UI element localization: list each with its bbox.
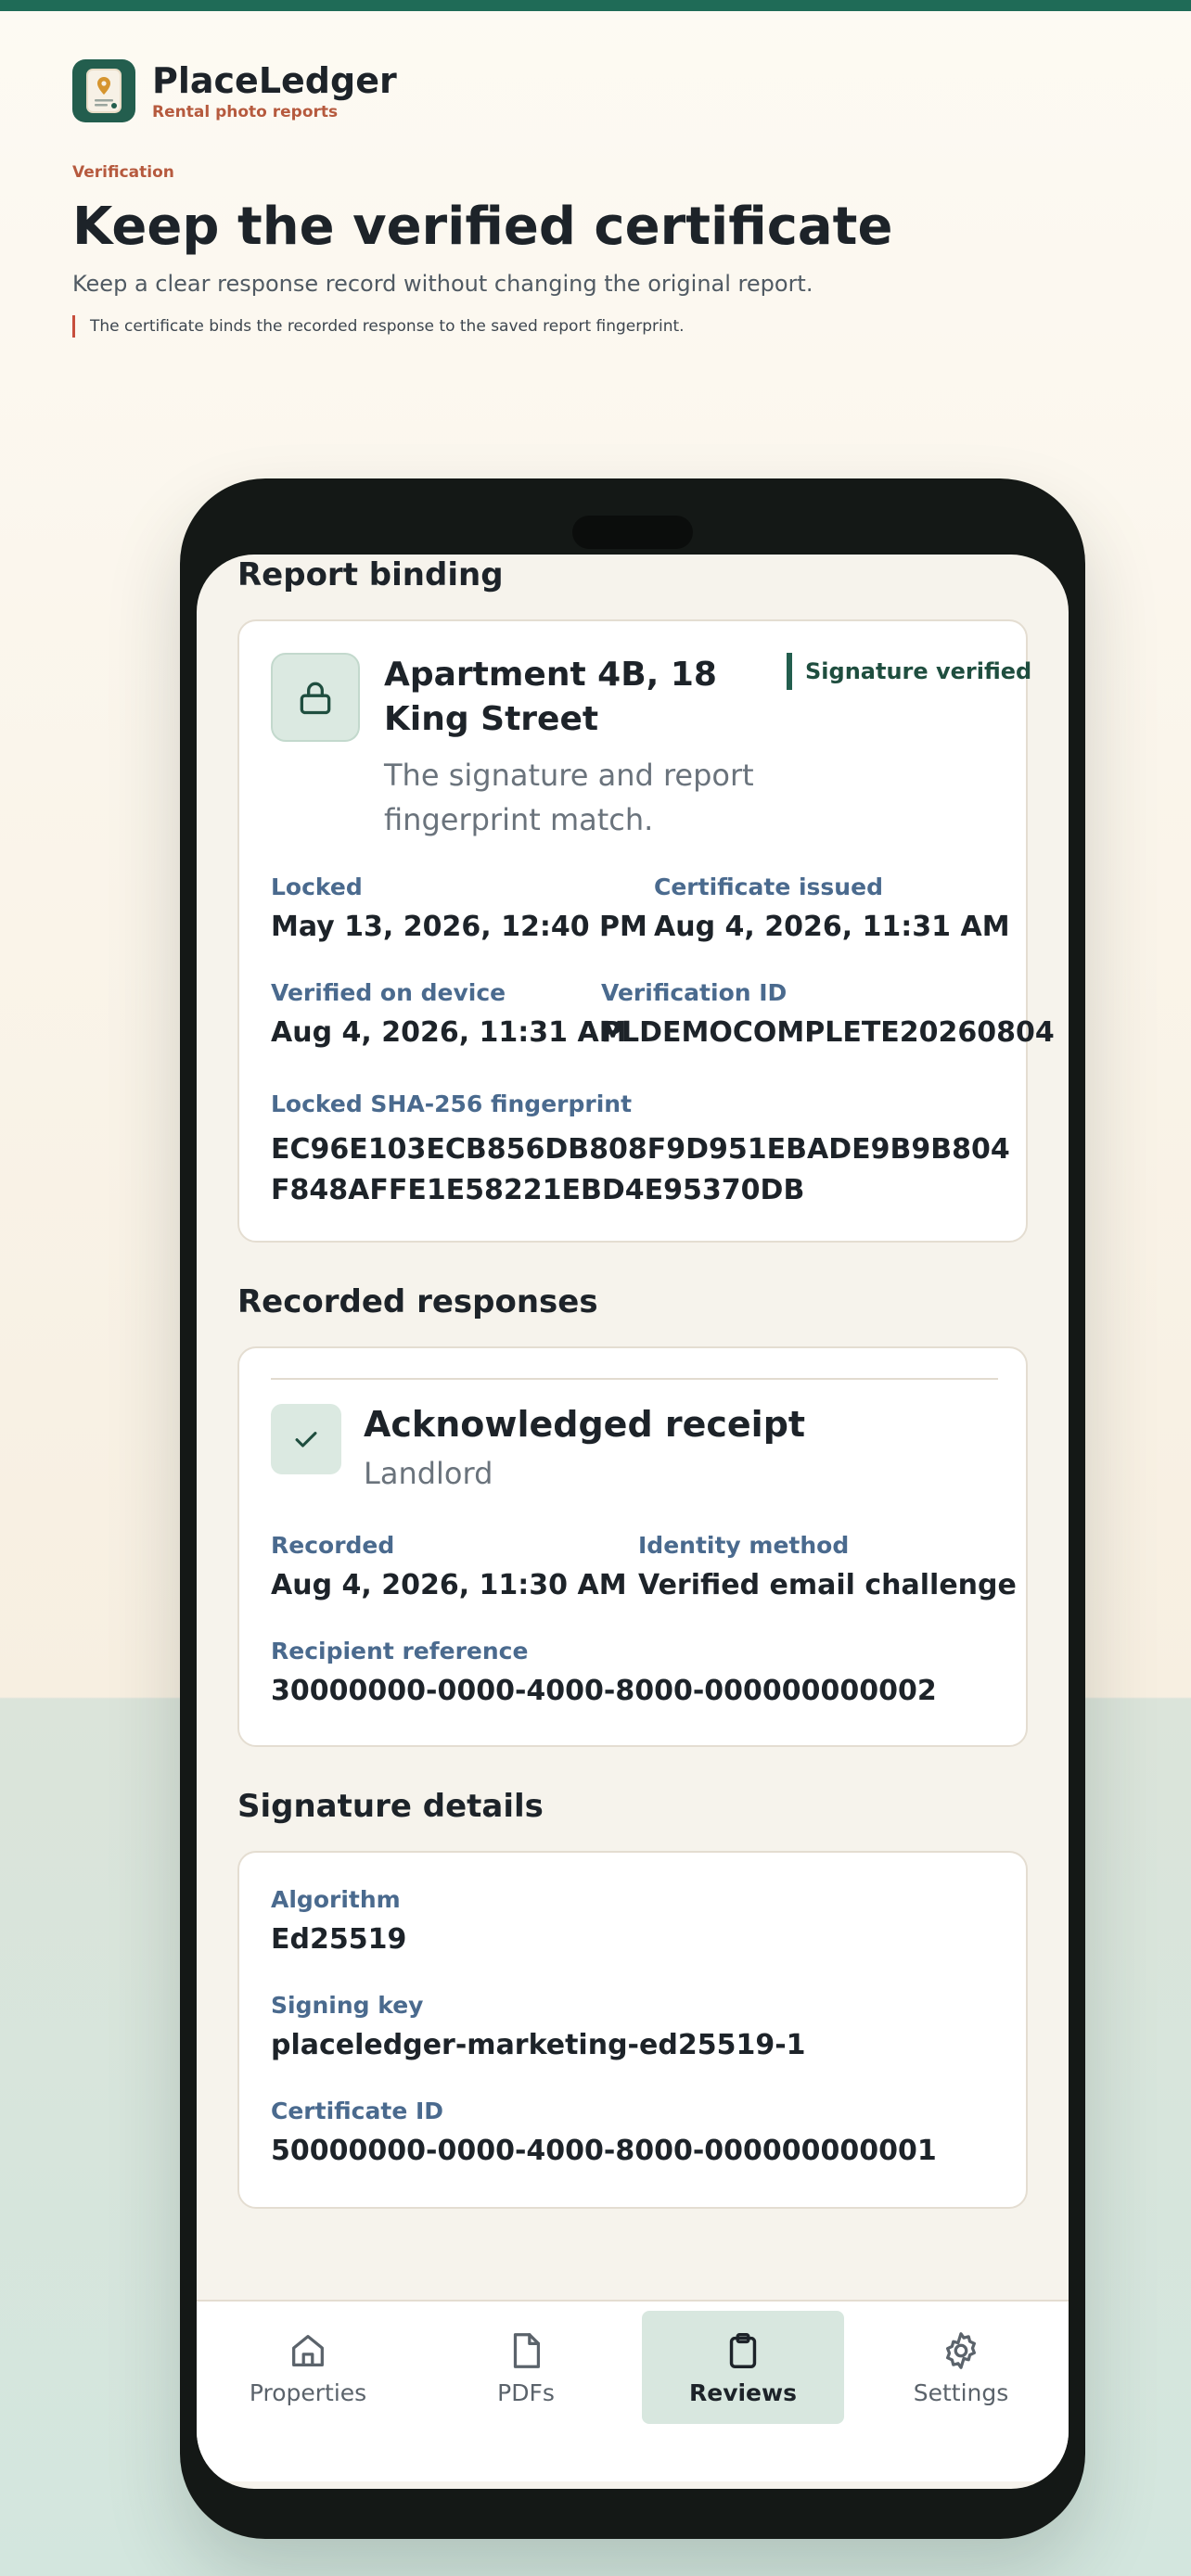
certificate-id-label: Certificate ID bbox=[271, 2098, 444, 2124]
signing-key-value: placeledger-marketing-ed25519-1 bbox=[271, 2029, 806, 2061]
verified-on-device-value: Aug 4, 2026, 11:31 AM bbox=[271, 1016, 627, 1049]
verification-id-label: Verification ID bbox=[601, 979, 788, 1006]
identity-method-value: Verified email challenge bbox=[638, 1569, 1017, 1601]
fingerprint-label: Locked SHA-256 fingerprint bbox=[271, 1090, 633, 1117]
page-title: Keep the verified certificate bbox=[72, 197, 893, 257]
recorded-label: Recorded bbox=[271, 1532, 395, 1559]
recipient-reference-value: 30000000-0000-4000-8000-000000000002 bbox=[271, 1675, 937, 1707]
eyebrow-label: Verification bbox=[72, 163, 174, 182]
signature-card: Algorithm Ed25519 Signing key placeledge… bbox=[237, 1851, 1028, 2209]
page-subtitle: Keep a clear response record without cha… bbox=[72, 271, 813, 297]
lock-icon bbox=[271, 653, 360, 742]
response-role: Landlord bbox=[364, 1456, 493, 1491]
response-card: Acknowledged receipt Landlord Recorded A… bbox=[237, 1346, 1028, 1747]
nav-settings-label: Settings bbox=[913, 2378, 1009, 2406]
phone-frame: Report binding Apartment 4B, 18 King Str… bbox=[180, 478, 1085, 2539]
bottom-nav: Properties PDFs Reviews Settings bbox=[197, 2300, 1069, 2481]
home-icon bbox=[292, 2334, 324, 2366]
phone-screen[interactable]: Report binding Apartment 4B, 18 King Str… bbox=[197, 555, 1069, 2489]
binding-description: The signature and report fingerprint mat… bbox=[384, 758, 754, 837]
locked-label: Locked bbox=[271, 874, 363, 900]
algorithm-label: Algorithm bbox=[271, 1886, 401, 1913]
certificate-issued-label: Certificate issued bbox=[654, 874, 883, 900]
report-binding-card: Apartment 4B, 18 King Street The signatu… bbox=[237, 619, 1055, 1243]
nav-pdfs[interactable]: PDFs bbox=[425, 2311, 627, 2424]
algorithm-value: Ed25519 bbox=[271, 1923, 407, 1956]
signature-verified-badge: Signature verified bbox=[787, 653, 1031, 690]
check-icon bbox=[271, 1404, 341, 1474]
verified-on-device-label: Verified on device bbox=[271, 979, 506, 1006]
signing-key-label: Signing key bbox=[271, 1992, 424, 2019]
nav-settings[interactable]: Settings bbox=[860, 2311, 1062, 2424]
gear-icon bbox=[945, 2331, 977, 2369]
nav-properties-label: Properties bbox=[249, 2378, 367, 2406]
verification-id-value: PLDEMOCOMPLETE20260804 bbox=[601, 1016, 1055, 1049]
recorded-responses-title: Recorded responses bbox=[237, 1283, 598, 1320]
brand: PlaceLedger Rental photo reports bbox=[72, 59, 397, 122]
page-note: The certificate binds the recorded respo… bbox=[72, 315, 685, 338]
locked-value: May 13, 2026, 12:40 PM bbox=[271, 911, 647, 943]
nav-pdfs-label: PDFs bbox=[497, 2378, 555, 2406]
nav-reviews[interactable]: Reviews bbox=[642, 2311, 844, 2424]
brand-name: PlaceLedger bbox=[152, 60, 397, 101]
clipboard-icon bbox=[729, 2332, 757, 2368]
app-logo-icon bbox=[72, 59, 135, 122]
response-divider bbox=[271, 1378, 998, 1380]
nav-reviews-label: Reviews bbox=[688, 2378, 797, 2406]
certificate-id-value: 50000000-0000-4000-8000-000000000001 bbox=[271, 2135, 937, 2167]
nav-properties[interactable]: Properties bbox=[207, 2311, 409, 2424]
fingerprint-value: EC96E103ECB856DB808F9D951EBADE9B9B804F84… bbox=[271, 1133, 1010, 1206]
certificate-issued-value: Aug 4, 2026, 11:31 AM bbox=[654, 911, 1010, 943]
recorded-value: Aug 4, 2026, 11:30 AM bbox=[271, 1569, 627, 1601]
response-title: Acknowledged receipt bbox=[364, 1404, 806, 1445]
identity-method-label: Identity method bbox=[638, 1532, 850, 1559]
brand-tagline: Rental photo reports bbox=[152, 103, 339, 121]
signature-details-title: Signature details bbox=[237, 1788, 544, 1825]
phone-notch bbox=[572, 516, 693, 549]
recipient-reference-label: Recipient reference bbox=[271, 1638, 529, 1664]
top-accent-bar bbox=[0, 0, 1191, 11]
report-binding-title: Report binding bbox=[237, 556, 504, 593]
file-icon bbox=[513, 2332, 541, 2368]
property-title: Apartment 4B, 18 King Street bbox=[384, 656, 717, 738]
